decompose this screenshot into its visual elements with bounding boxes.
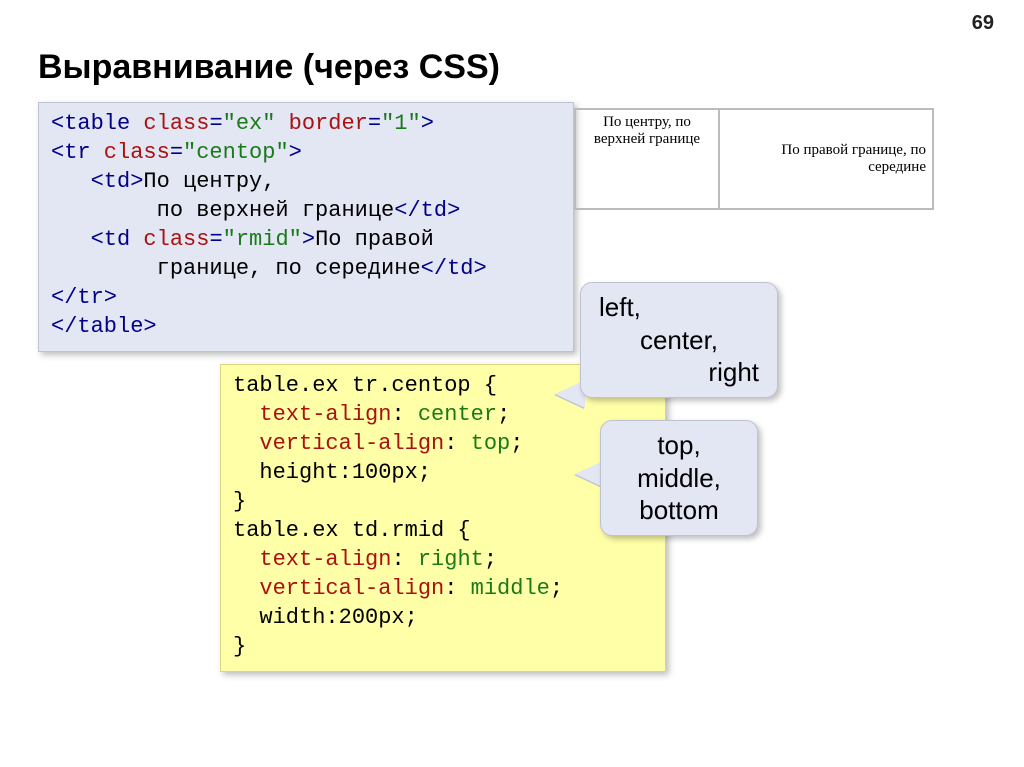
code-text: } [233,489,246,514]
code-text: <td [51,227,130,252]
callout-line: top, [619,429,739,462]
code-text: "ex" [223,111,276,136]
code-text: vertical-align [259,576,444,601]
code-text: = [209,227,222,252]
callout-line: left, [599,291,759,324]
slide-title: Выравнивание (через CSS) [38,48,500,87]
html-code-block: <table class="ex" border="1"> <tr class=… [38,102,574,352]
code-text: top [471,431,511,456]
code-text: = [170,140,183,165]
code-text: table.ex tr.centop { [233,373,497,398]
code-text [233,547,259,572]
code-text: ; [510,431,523,456]
callout-line: right [599,356,759,389]
code-text: height:100px; [259,460,431,485]
code-text: text-align [259,402,391,427]
code-text: : [444,431,470,456]
code-text: "rmid" [223,227,302,252]
code-text: по верхней границе [51,198,394,223]
code-text: middle [471,576,550,601]
code-text: По правой [315,227,434,252]
table-cell-centop: По центру, по верхней границе [575,109,719,209]
code-text: </tr> [51,285,117,310]
code-text: border [275,111,367,136]
code-text: : [391,547,417,572]
code-text: <td> [51,169,143,194]
callout-line: bottom [619,494,739,527]
code-text: = [209,111,222,136]
callout-vertical-align-values: top, middle, bottom [600,420,758,536]
code-text: > [289,140,302,165]
code-text: </table> [51,314,157,339]
code-text: } [233,634,246,659]
code-text: : [391,402,417,427]
code-text [233,431,259,456]
callout-line: center, [599,324,759,357]
code-text: vertical-align [259,431,444,456]
code-text [233,576,259,601]
code-text: ; [484,547,497,572]
code-text: "centop" [183,140,289,165]
code-text: </td> [421,256,487,281]
code-text: text-align [259,547,391,572]
code-text [233,460,259,485]
code-text: границе, по середине [51,256,421,281]
code-text: class [130,227,209,252]
callout-text-align-values: left, center, right [580,282,778,398]
example-table: По центру, по верхней границе По правой … [574,108,934,210]
code-text: "1" [381,111,421,136]
table-row: По центру, по верхней границе По правой … [575,109,933,209]
code-text: table.ex td.rmid { [233,518,471,543]
code-text: <table [51,111,130,136]
code-text: > [421,111,434,136]
code-text: right [418,547,484,572]
code-text: </td> [394,198,460,223]
code-text: ; [550,576,563,601]
code-text: class [91,140,170,165]
table-cell-rmid: По правой границе, по середине [719,109,933,209]
code-text: > [302,227,315,252]
code-text: center [418,402,497,427]
page-number: 69 [972,12,994,35]
code-text [233,605,259,630]
code-text: class [130,111,209,136]
callout-line: middle, [619,462,739,495]
code-text: = [368,111,381,136]
code-text: : [444,576,470,601]
code-text: ; [497,402,510,427]
code-text: width:200px; [259,605,417,630]
code-text: По центру, [143,169,275,194]
code-text: <tr [51,140,91,165]
code-text [233,402,259,427]
